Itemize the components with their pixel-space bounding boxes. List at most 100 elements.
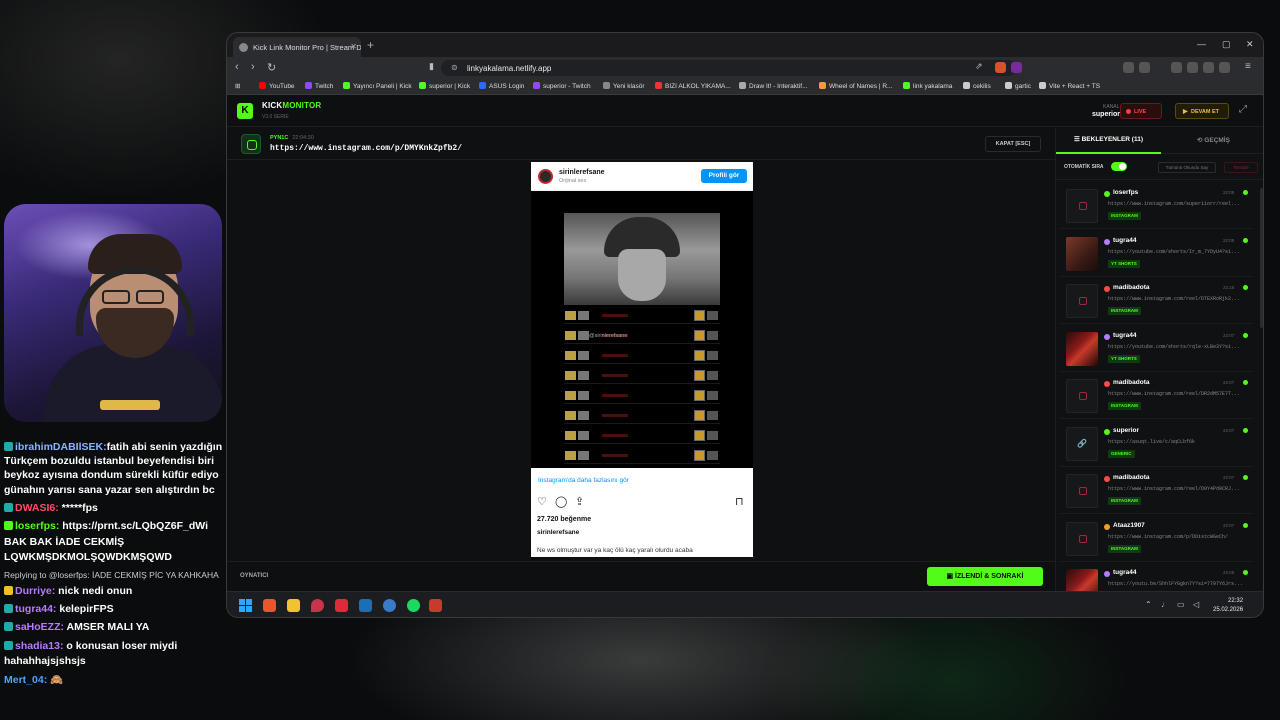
- file-explorer-icon[interactable]: [287, 599, 300, 612]
- video-row-cell: [694, 430, 705, 441]
- queue-item[interactable]: tugra44 22:06 https://youtu.be/ShhlFYGgkn7…: [1060, 564, 1254, 591]
- address-bar[interactable]: ⊜ linkyakalama.netlify.app: [441, 60, 1017, 76]
- apps-icon[interactable]: ⊞: [235, 82, 240, 90]
- watched-next-button[interactable]: ▣ İZLENDİ & SONRAKİ: [927, 567, 1043, 586]
- instagram-icon: [241, 134, 261, 154]
- site-icon: [739, 82, 746, 89]
- save-icon[interactable]: ⊓: [735, 495, 744, 508]
- bookmark-folder[interactable]: Yeni klasör: [603, 82, 645, 90]
- brave-icon[interactable]: [263, 599, 276, 612]
- clock[interactable]: 22:32 25.02.2026: [1213, 597, 1243, 615]
- chat-line: LQWKMŞDKMOLŞQWDKMŞQWD: [4, 551, 172, 563]
- queue-url: https://asuqt.live/c/aqCLbf6k: [1108, 438, 1196, 445]
- tab-waiting[interactable]: ☰ BEKLEYENLER (11): [1056, 128, 1161, 154]
- queue-item[interactable]: Ataaz1907 22:07 https://www.instagram.com/…: [1060, 517, 1254, 562]
- extension-icon[interactable]: [1219, 62, 1230, 73]
- extension-icon[interactable]: [1203, 62, 1214, 73]
- spotify-icon[interactable]: [407, 599, 420, 612]
- resume-button[interactable]: ▶ DEVAM ET: [1175, 103, 1229, 119]
- bookmark-item[interactable]: superior | Kick: [419, 82, 470, 90]
- maximize-icon[interactable]: ▢: [1222, 39, 1231, 50]
- bookmark-item[interactable]: Wheel of Names | R...: [819, 82, 892, 90]
- more-on-instagram-link[interactable]: Instagram'da daha fazlasını gör: [538, 477, 629, 484]
- mic-icon[interactable]: ♩: [1161, 600, 1169, 609]
- bookmark-item[interactable]: Twitch: [305, 82, 333, 90]
- back-icon[interactable]: ‹: [235, 61, 239, 73]
- like-icon[interactable]: ♡: [537, 495, 547, 508]
- queue-time: 22:07: [1223, 332, 1235, 338]
- settings-icon[interactable]: ⤢: [1239, 104, 1247, 115]
- reload-icon[interactable]: ↻: [267, 61, 276, 74]
- new-tab-button[interactable]: +: [367, 38, 374, 52]
- queue-url: https://www.instagram.com/p/DOistcWGeCh/: [1108, 533, 1229, 540]
- brave-rewards-icon[interactable]: [1011, 62, 1022, 73]
- avatar[interactable]: [538, 169, 553, 184]
- close-player-button[interactable]: KAPAT [ESC]: [985, 136, 1041, 152]
- view-profile-button[interactable]: Profili gör: [701, 169, 747, 183]
- share-icon[interactable]: ⇗: [975, 61, 983, 72]
- live-button[interactable]: LIVE: [1120, 103, 1162, 119]
- volume-icon[interactable]: ◁: [1193, 600, 1199, 609]
- bookmark-item[interactable]: gartic: [1005, 82, 1031, 90]
- queue-item[interactable]: tugra44 22:07 https://youtube.com/shorts/r…: [1060, 327, 1254, 372]
- mark-all-read-button[interactable]: Tümünü Okundu Say: [1158, 162, 1216, 173]
- browser-tab[interactable]: Kick Link Monitor Pro | Stream D ✕: [233, 37, 361, 57]
- tray-chevron-icon[interactable]: ⌃: [1145, 600, 1152, 609]
- queue-item[interactable]: loserfps 22:09 https://www.instagram.com/s…: [1060, 184, 1254, 229]
- start-icon[interactable]: [239, 599, 252, 612]
- bookmark-item[interactable]: superior - Twitch: [533, 82, 591, 90]
- app-icon[interactable]: [335, 599, 348, 612]
- bookmark-icon[interactable]: ▮: [429, 61, 434, 72]
- queue-item[interactable]: madibadota 22:07 https://www.instagram.com…: [1060, 374, 1254, 419]
- extension-icon[interactable]: [1187, 62, 1198, 73]
- video-row-cell: [578, 351, 589, 360]
- chat-line: hahahhajsjshsjs: [4, 655, 86, 667]
- queue-time: 22:06: [1223, 570, 1235, 575]
- auto-queue-toggle[interactable]: [1111, 162, 1127, 171]
- embed-video[interactable]: @sirinlerefsane: [531, 191, 753, 468]
- bookmark-item[interactable]: BIZI ALKOL YIKAMA...: [655, 82, 731, 90]
- queue-time: 22:09: [1223, 237, 1235, 243]
- bookmark-item[interactable]: Vite + React + TS: [1039, 82, 1100, 90]
- menu-icon[interactable]: ≡: [1245, 61, 1251, 72]
- embed-username[interactable]: sirinlerefsane: [559, 169, 605, 176]
- queue-item[interactable]: madibadota 22:07 https://www.instagram.com…: [1060, 469, 1254, 514]
- chat-reply-line: Replying to @loserfps: İADE CEKMİŞ PİC Y…: [4, 570, 219, 580]
- close-tab-icon[interactable]: ✕: [350, 42, 357, 51]
- share-icon[interactable]: ⇪: [575, 495, 584, 508]
- bookmark-item[interactable]: link yakalama: [903, 82, 952, 90]
- close-window-icon[interactable]: ✕: [1246, 39, 1254, 50]
- queue-item[interactable]: tugra44 22:09 https://youtube.com/shorts/I…: [1060, 232, 1254, 277]
- video-row-cell: [565, 311, 576, 320]
- app-icon[interactable]: [383, 599, 396, 612]
- bookmark-item[interactable]: ASUS Login: [479, 82, 524, 90]
- caption-username[interactable]: sirinlerefsane: [537, 529, 579, 536]
- instagram-icon: [1079, 297, 1087, 305]
- queue-item[interactable]: madibadota 22:16 https://www.instagram.com…: [1060, 279, 1254, 324]
- bookmark-item[interactable]: cekilis: [963, 82, 991, 90]
- current-url[interactable]: https://www.instagram.com/p/DMYKnkZpfb2/: [270, 144, 462, 153]
- video-row: [564, 447, 720, 464]
- site-info-icon[interactable]: ⊜: [451, 63, 458, 72]
- app-icon[interactable]: [429, 599, 442, 612]
- bookmark-item[interactable]: YouTube: [259, 82, 295, 90]
- user-color-dot: [1104, 333, 1110, 340]
- steam-icon[interactable]: [359, 599, 372, 612]
- bookmark-item[interactable]: Draw It! - Interaktif...: [739, 82, 808, 90]
- queue-scrollbar[interactable]: [1260, 188, 1263, 328]
- queue-item[interactable]: 🔗 superior 22:07 https://asuqt.live/c/aqCLb…: [1060, 422, 1254, 467]
- forward-icon[interactable]: ›: [251, 61, 255, 73]
- clear-button[interactable]: Temizle: [1224, 162, 1258, 173]
- extension-icon[interactable]: [1139, 62, 1150, 73]
- extension-icon[interactable]: [1171, 62, 1182, 73]
- tab-history[interactable]: ⟲ GEÇMİŞ: [1161, 128, 1263, 154]
- bookmark-item[interactable]: Yayıncı Paneli | Kick: [343, 82, 412, 90]
- maps-icon[interactable]: [311, 599, 324, 612]
- network-icon[interactable]: ▭: [1177, 600, 1185, 609]
- comment-icon[interactable]: ◯: [555, 495, 567, 508]
- brave-shield-icon[interactable]: [995, 62, 1006, 73]
- queue-url: https://www.instagram.com/reel/DR2dM57E7…: [1108, 391, 1241, 397]
- video-row-cell: [602, 454, 628, 457]
- extension-icon[interactable]: [1123, 62, 1134, 73]
- minimize-icon[interactable]: —: [1197, 39, 1206, 49]
